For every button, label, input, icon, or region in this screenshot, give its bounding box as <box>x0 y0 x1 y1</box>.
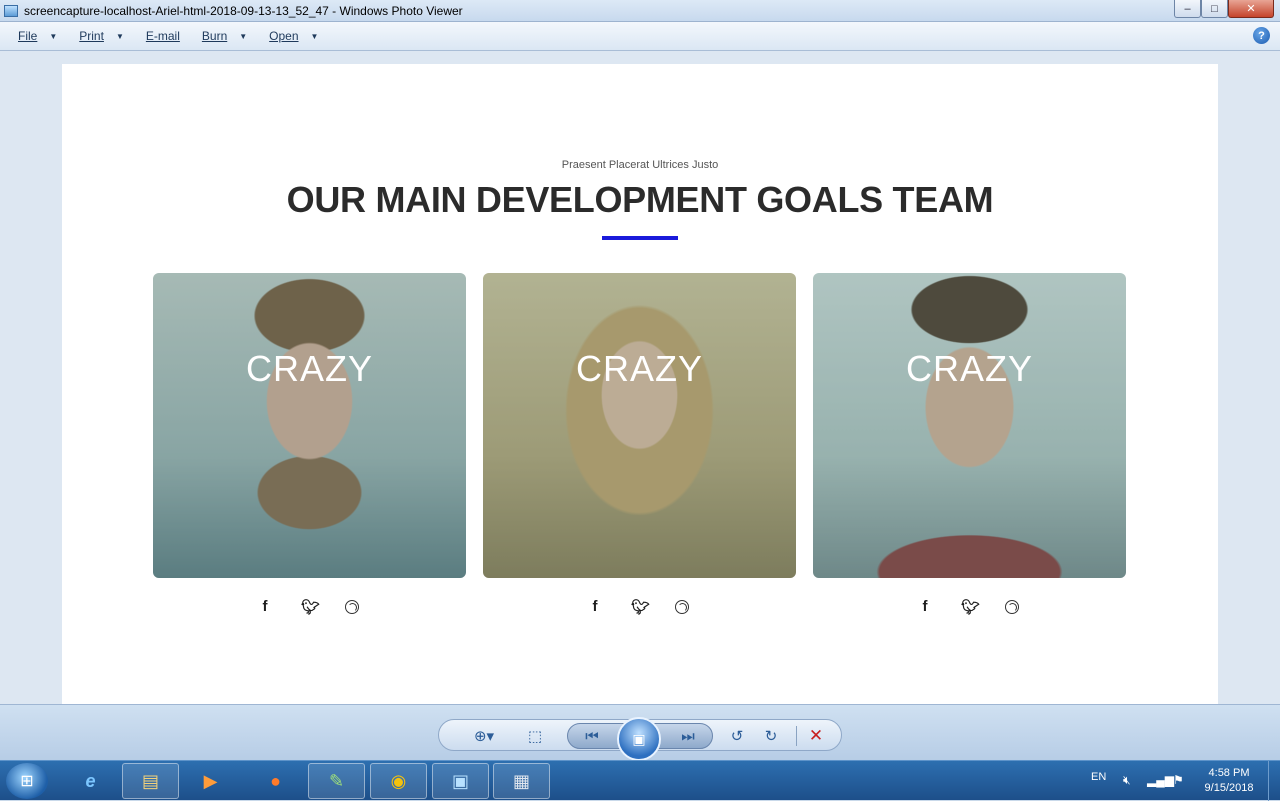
chrome-icon[interactable]: ◉ <box>370 763 427 799</box>
close-button[interactable]: ✕ <box>1228 0 1274 18</box>
window-controls: – □ ✕ <box>1174 0 1274 18</box>
dribbble-icon[interactable] <box>345 600 359 614</box>
viewer-controls: ⊕▾ ⬚ ⏮ ▣ ⏭ ↺ ↻ ✕ <box>0 704 1280 761</box>
card-caption: CRAZY <box>905 348 1033 389</box>
show-desktop-button[interactable] <box>1268 761 1280 801</box>
previous-icon[interactable]: ⏮ <box>580 725 604 747</box>
twitter-icon[interactable]: 🐦︎ <box>301 598 320 616</box>
calculator-icon[interactable]: ▦ <box>493 763 550 799</box>
card-caption: CRAZY <box>575 348 703 389</box>
heading-underline <box>602 236 678 240</box>
internet-explorer-icon[interactable]: e <box>62 763 119 799</box>
divider <box>796 726 797 746</box>
section-heading: OUR MAIN DEVELOPMENT GOALS TEAM <box>286 179 994 220</box>
slideshow-button[interactable]: ▣ <box>617 717 661 761</box>
notepad-plus-icon[interactable]: ✎ <box>308 763 365 799</box>
chevron-down-icon: ▼ <box>49 31 58 41</box>
clock-time: 4:58 PM <box>1208 767 1250 779</box>
team-card: CRAZY <box>153 273 466 578</box>
facebook-icon[interactable]: f <box>587 598 603 616</box>
volume-muted-icon[interactable]: 🔇︎ <box>1123 773 1131 788</box>
menu-print[interactable]: Print ▼ <box>79 29 124 43</box>
rotate-left-icon[interactable]: ↺ <box>725 725 749 747</box>
facebook-icon[interactable]: f <box>257 598 273 616</box>
media-player-icon[interactable]: ▶ <box>182 763 239 799</box>
chevron-down-icon: ▼ <box>115 31 124 41</box>
firefox-icon[interactable]: ● <box>247 763 304 799</box>
chevron-down-icon: ▼ <box>239 31 248 41</box>
menu-email[interactable]: E-mail <box>146 29 180 43</box>
card-caption: CRAZY <box>245 348 373 389</box>
zoom-icon[interactable]: ⊕▾ <box>468 725 500 747</box>
menu-email-label: E-mail <box>145 29 180 43</box>
window-title: screencapture-localhost-Ariel-html-2018-… <box>24 3 463 18</box>
help-icon[interactable]: ? <box>1253 27 1270 44</box>
minimize-button[interactable]: – <box>1174 0 1201 18</box>
social-links: f 🐦︎ <box>917 598 1019 616</box>
menu-open[interactable]: Open ▼ <box>269 29 318 43</box>
menu-open-label: Open <box>269 29 299 43</box>
file-explorer-icon[interactable]: ▤ <box>122 763 179 799</box>
facebook-icon[interactable]: f <box>917 598 933 616</box>
title-bar: screencapture-localhost-Ariel-html-2018-… <box>0 0 1280 22</box>
action-center-icon[interactable]: ⚑ <box>1173 773 1184 787</box>
photo-viewer-icon[interactable]: ▣ <box>432 763 489 799</box>
maximize-button[interactable]: □ <box>1201 0 1228 18</box>
dribbble-icon[interactable] <box>1005 600 1019 614</box>
menu-file[interactable]: File ▼ <box>18 29 57 43</box>
start-button[interactable]: ⊞ <box>6 763 48 799</box>
social-links: f 🐦︎ <box>257 598 359 616</box>
system-clock[interactable]: 4:58 PM 9/15/2018 <box>1196 766 1262 796</box>
image-viewport: Praesent Placerat Ultrices Justo OUR MAI… <box>0 51 1280 704</box>
network-signal-icon[interactable]: ▂▄▆ <box>1147 773 1174 787</box>
taskbar: ⊞ e ▤ ▶ ● ✎ ◉ ▣ ▦ EN 🔇︎ ▂▄▆ ⚑ 4:58 PM 9/… <box>0 760 1280 801</box>
twitter-icon[interactable]: 🐦︎ <box>961 598 980 616</box>
menu-print-label: Print <box>79 29 104 43</box>
next-icon[interactable]: ⏭ <box>676 725 700 747</box>
section-subtitle: Praesent Placerat Ultrices Justo <box>561 159 719 171</box>
clock-date: 9/15/2018 <box>1204 782 1254 794</box>
menu-burn-label: Burn <box>201 29 228 43</box>
social-links: f 🐦︎ <box>587 598 689 616</box>
photo-viewer-app-icon <box>4 4 18 17</box>
delete-icon[interactable]: ✕ <box>804 725 828 747</box>
team-card: CRAZY <box>813 273 1126 578</box>
chevron-down-icon: ▼ <box>310 31 319 41</box>
menu-burn[interactable]: Burn ▼ <box>202 29 247 43</box>
menu-bar: File ▼ Print ▼ E-mail Burn ▼ Open ▼ ? <box>0 22 1280 51</box>
displayed-webpage-image: Praesent Placerat Ultrices Justo OUR MAI… <box>62 64 1218 704</box>
language-indicator[interactable]: EN <box>1091 771 1106 783</box>
menu-file-label: File <box>18 29 38 43</box>
rotate-right-icon[interactable]: ↻ <box>759 725 783 747</box>
dribbble-icon[interactable] <box>675 600 689 614</box>
team-card: CRAZY <box>483 273 796 578</box>
fit-to-window-icon[interactable]: ⬚ <box>523 725 547 747</box>
twitter-icon[interactable]: 🐦︎ <box>631 598 650 616</box>
